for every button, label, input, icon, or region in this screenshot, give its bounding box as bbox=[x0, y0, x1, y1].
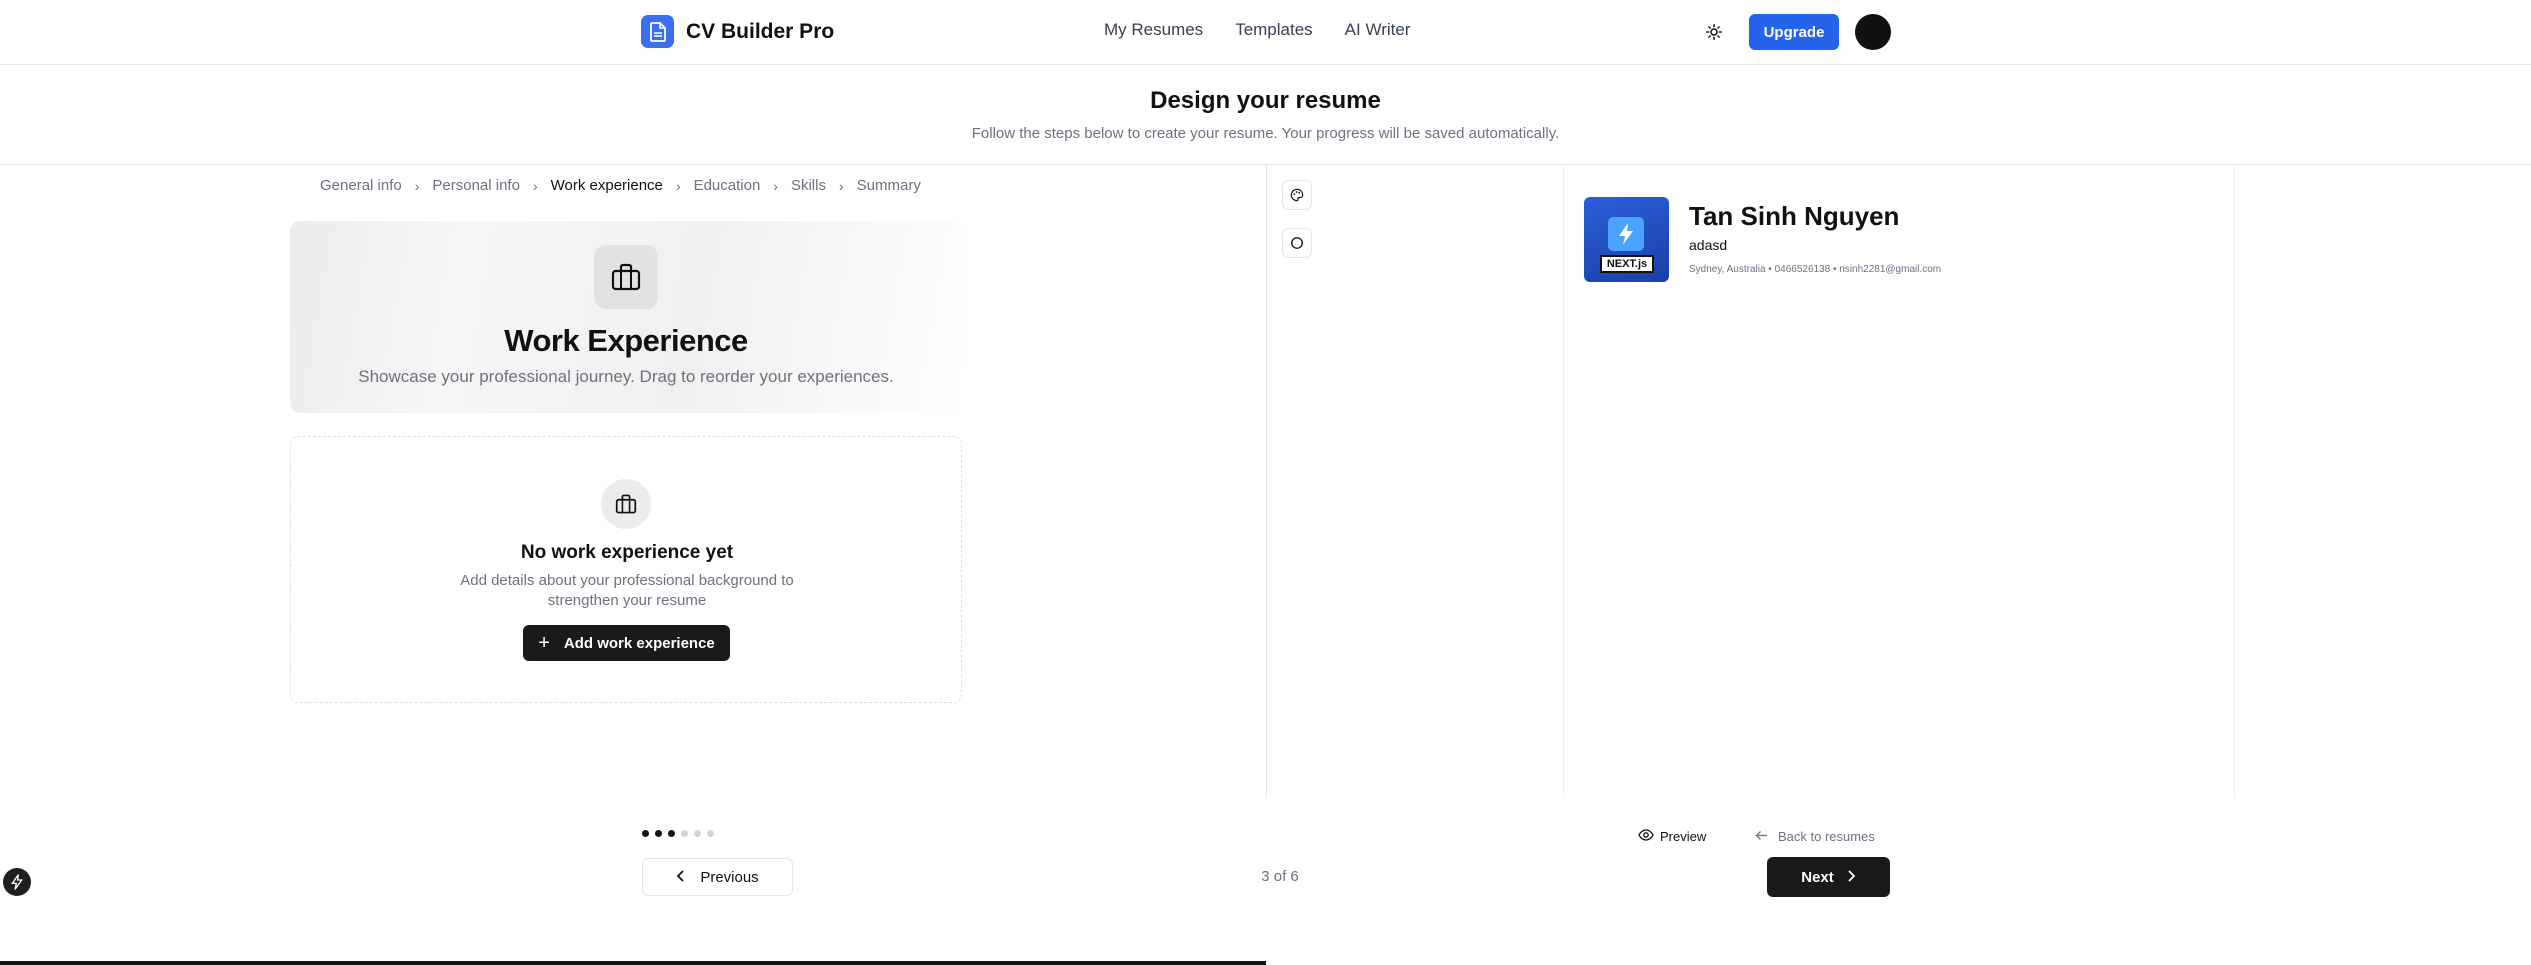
app-name: CV Builder Pro bbox=[686, 19, 835, 43]
user-avatar[interactable] bbox=[1855, 14, 1891, 50]
step-dot bbox=[642, 830, 649, 837]
editor-panel: General info › Personal info › Work expe… bbox=[0, 165, 1266, 965]
upgrade-button[interactable]: Upgrade bbox=[1749, 14, 1839, 50]
nav-templates[interactable]: Templates bbox=[1235, 20, 1312, 40]
step-dot bbox=[694, 830, 701, 837]
chevron-right-icon: › bbox=[773, 177, 778, 194]
section-hero-card: Work Experience Showcase your profession… bbox=[290, 221, 962, 413]
chevron-left-icon bbox=[676, 869, 686, 886]
resume-name: Tan Sinh Nguyen bbox=[1689, 201, 1900, 231]
top-navbar: CV Builder Pro My Resumes Templates AI W… bbox=[0, 0, 2531, 65]
breadcrumb-personal-info[interactable]: Personal info bbox=[432, 177, 520, 194]
step-dot bbox=[707, 830, 714, 837]
section-subtitle: Showcase your professional journey. Drag… bbox=[358, 367, 894, 386]
chevron-right-icon bbox=[1846, 869, 1856, 886]
empty-state-description: Add details about your professional back… bbox=[460, 572, 794, 609]
step-dot bbox=[668, 830, 675, 837]
lightning-icon bbox=[1608, 217, 1644, 251]
step-progress-bar bbox=[0, 961, 1266, 965]
section-title: Work Experience bbox=[504, 323, 748, 358]
breadcrumb-general-info[interactable]: General info bbox=[320, 177, 402, 194]
nav-my-resumes[interactable]: My Resumes bbox=[1104, 20, 1203, 40]
document-icon bbox=[641, 15, 674, 48]
resume-job-title: adasd bbox=[1689, 237, 1728, 253]
lightning-icon[interactable] bbox=[3, 868, 31, 896]
chevron-right-icon: › bbox=[675, 177, 681, 194]
preview-label: Preview bbox=[1660, 829, 1707, 844]
previous-button[interactable]: Previous bbox=[642, 858, 793, 896]
empty-state-title: No work experience yet bbox=[520, 542, 734, 563]
chevron-right-icon: › bbox=[532, 177, 538, 194]
add-work-experience-label: Add work experience bbox=[563, 634, 715, 652]
panel-divider bbox=[1266, 165, 1267, 798]
brand[interactable]: CV Builder Pro bbox=[641, 15, 834, 48]
back-to-resumes-link[interactable]: Back to resumes bbox=[1755, 829, 1875, 844]
wizard-footer: Previous 3 of 6 Preview Back to resumes … bbox=[0, 800, 2531, 906]
eye-icon bbox=[1638, 829, 1654, 844]
main-nav: My Resumes Templates AI Writer bbox=[1104, 20, 1410, 40]
palette-icon[interactable] bbox=[1282, 180, 1312, 210]
empty-state-card: No work experience yet Add details about… bbox=[290, 436, 962, 703]
step-dot bbox=[681, 830, 688, 837]
next-label: Next bbox=[1801, 868, 1834, 886]
nav-ai-writer[interactable]: AI Writer bbox=[1345, 20, 1411, 40]
chevron-right-icon: › bbox=[838, 177, 844, 194]
briefcase-icon bbox=[594, 245, 658, 309]
previous-label: Previous bbox=[700, 868, 759, 886]
shape-circle-icon[interactable] bbox=[1282, 228, 1312, 258]
breadcrumb-work-experience[interactable]: Work experience bbox=[551, 177, 663, 194]
breadcrumb-skills[interactable]: Skills bbox=[791, 177, 826, 194]
page-header: Design your resume Follow the steps belo… bbox=[0, 65, 2531, 165]
briefcase-icon bbox=[601, 479, 651, 529]
step-breadcrumb: General info › Personal info › Work expe… bbox=[320, 177, 921, 194]
step-dot bbox=[655, 830, 662, 837]
photo-text: NEXT.js bbox=[1600, 255, 1654, 273]
breadcrumb-summary[interactable]: Summary bbox=[857, 177, 921, 194]
theme-toggle-sun-icon[interactable] bbox=[1700, 18, 1728, 46]
plus-icon: + bbox=[538, 632, 550, 654]
resume-contact: Sydney, Australia • 0466526138 • nsinh22… bbox=[1689, 264, 1942, 275]
chevron-right-icon: › bbox=[414, 177, 420, 194]
add-work-experience-button[interactable]: + Add work experience bbox=[523, 625, 730, 661]
profile-photo: NEXT.js bbox=[1584, 197, 1669, 282]
preview-link[interactable]: Preview bbox=[1638, 829, 1706, 844]
page-title: Design your resume bbox=[1150, 87, 1381, 114]
arrow-left-icon bbox=[1755, 829, 1768, 844]
back-to-resumes-label: Back to resumes bbox=[1778, 829, 1875, 844]
resume-preview-paper: NEXT.js Tan Sinh Nguyen adasd Sydney, Au… bbox=[1563, 165, 2235, 798]
page-subtitle: Follow the steps below to create your re… bbox=[971, 125, 1560, 142]
step-dots bbox=[642, 830, 714, 837]
breadcrumb-education[interactable]: Education bbox=[694, 177, 761, 194]
next-button[interactable]: Next bbox=[1767, 857, 1890, 897]
step-counter: 3 of 6 bbox=[1261, 868, 1299, 885]
